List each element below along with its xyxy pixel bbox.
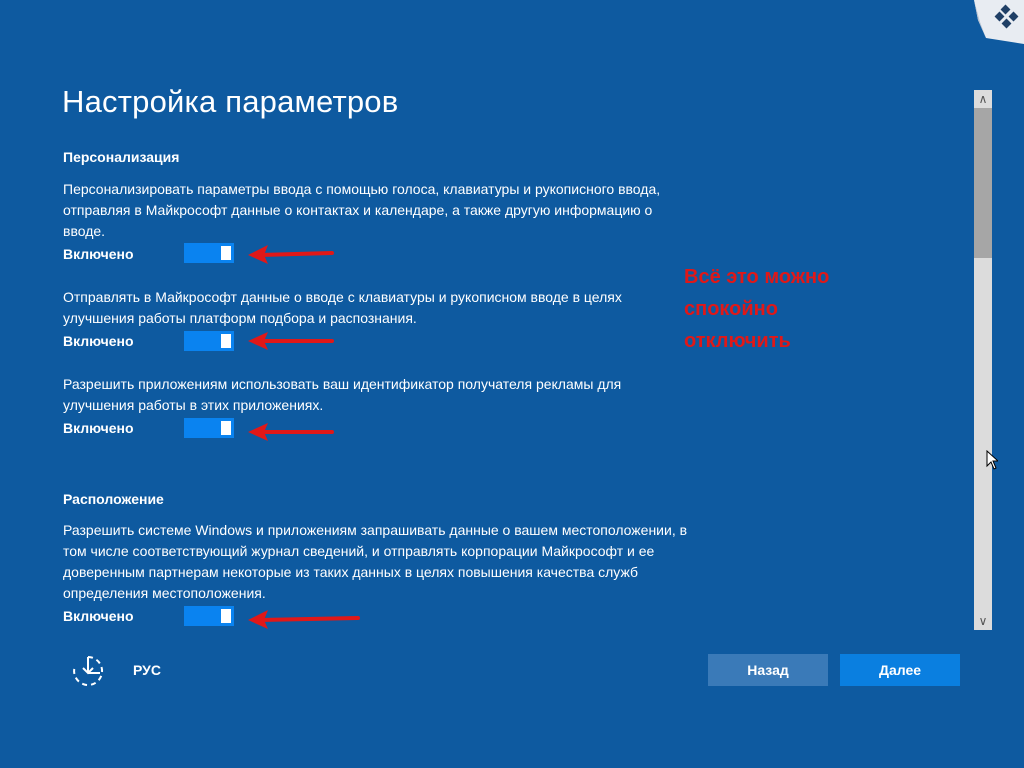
- corner-logo-icon: [974, 0, 1024, 44]
- description-line: улучшения работы в этих приложениях.: [63, 397, 324, 413]
- description-line: отправляя в Майкрософт данные о контакта…: [63, 202, 653, 218]
- toggle-input-personalization[interactable]: [184, 243, 234, 263]
- section-heading-personalization: Персонализация: [63, 149, 180, 165]
- scrollbar-thumb[interactable]: [974, 108, 992, 258]
- description-line: Разрешить приложениям использовать ваш и…: [63, 376, 622, 392]
- red-arrow-annotation: [248, 610, 360, 629]
- annotation-text: Всё это можно спокойно отключить: [684, 261, 884, 357]
- setting-description-advertising-id: Разрешить приложениям использовать ваш и…: [63, 374, 723, 416]
- scroll-up-arrow-icon[interactable]: ∧: [974, 90, 992, 108]
- vertical-scrollbar[interactable]: ∧ ∨: [974, 90, 992, 630]
- annotation-line: отключить: [684, 330, 791, 352]
- toggle-send-input-data[interactable]: [184, 331, 234, 351]
- toggle-knob: [221, 246, 231, 260]
- ease-of-access-icon[interactable]: [70, 654, 106, 688]
- toggle-state-label: Включено: [63, 608, 134, 624]
- annotation-line: спокойно: [684, 298, 778, 320]
- description-line: Персонализировать параметры ввода с помо…: [63, 181, 661, 197]
- red-arrow-annotation: [248, 332, 334, 350]
- toggle-state-label: Включено: [63, 246, 134, 262]
- toggle-location[interactable]: [184, 606, 234, 626]
- toggle-knob: [221, 334, 231, 348]
- description-line: вводе.: [63, 223, 106, 239]
- description-line: доверенным партнерам некоторые из таких …: [63, 564, 638, 580]
- description-line: Отправлять в Майкрософт данные о вводе с…: [63, 289, 622, 305]
- toggle-advertising-id[interactable]: [184, 418, 234, 438]
- page-title: Настройка параметров: [62, 84, 399, 119]
- mouse-cursor-icon: [986, 450, 998, 470]
- setting-description-input-personalization: Персонализировать параметры ввода с помо…: [63, 179, 723, 242]
- annotation-line: Всё это можно: [684, 266, 830, 288]
- setting-description-location: Разрешить системе Windows и приложениям …: [63, 520, 723, 604]
- toggle-knob: [221, 609, 231, 623]
- setting-description-send-input-data: Отправлять в Майкрософт данные о вводе с…: [63, 287, 723, 329]
- section-heading-location: Расположение: [63, 491, 164, 507]
- red-arrow-annotation: [248, 423, 334, 441]
- description-line: Разрешить системе Windows и приложениям …: [63, 522, 688, 538]
- toggle-state-label: Включено: [63, 333, 134, 349]
- description-line: улучшения работы платформ подбора и расп…: [63, 310, 417, 326]
- language-indicator[interactable]: РУС: [133, 662, 161, 678]
- description-line: определения местоположения.: [63, 585, 266, 601]
- scroll-down-arrow-icon[interactable]: ∨: [974, 612, 992, 630]
- toggle-knob: [221, 421, 231, 435]
- back-button[interactable]: Назад: [708, 654, 828, 686]
- red-arrow-annotation: [248, 245, 334, 264]
- description-line: том числе соответствующий журнал сведени…: [63, 543, 655, 559]
- next-button[interactable]: Далее: [840, 654, 960, 686]
- toggle-state-label: Включено: [63, 420, 134, 436]
